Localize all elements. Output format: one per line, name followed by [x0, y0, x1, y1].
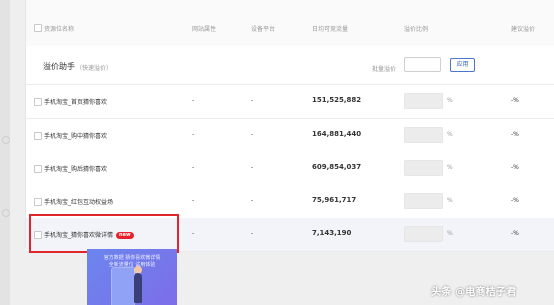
percent-sign: %	[447, 164, 453, 171]
daily-traffic: 164,881,440	[312, 130, 362, 138]
header-name: 资源位名称	[44, 26, 75, 33]
daily-traffic: 7,143,190	[312, 229, 352, 237]
premium-input[interactable]	[404, 160, 443, 176]
row-checkbox[interactable]	[34, 98, 42, 106]
person-illustration	[134, 273, 142, 303]
table-header: 资源位名称 网站属性 设备平台 日均可竞流量 溢价比例 建议溢价	[26, 0, 554, 47]
assistant-title: 溢价助手	[43, 62, 75, 71]
percent-sign: %	[447, 131, 453, 138]
watermark: 头条 @电商桔子君	[431, 287, 517, 298]
header-attribute: 网站属性	[192, 26, 217, 33]
premium-assistant-bar: 溢价助手 （快速溢价） 批量溢价 应用	[26, 46, 554, 85]
device-platform: -	[251, 97, 254, 104]
site-attribute: -	[192, 97, 195, 104]
apply-button[interactable]: 应用	[450, 58, 475, 72]
daily-traffic: 609,854,037	[312, 163, 362, 171]
table-row: 手机淘宝_购中猜你喜欢 - - 164,881,440 % -%	[26, 119, 554, 153]
header-ratio: 溢价比例	[404, 26, 429, 33]
daily-traffic: 75,961,717	[312, 196, 357, 204]
percent-sign: %	[447, 97, 453, 104]
resource-name: 手机淘宝_购后猜你喜欢	[44, 166, 108, 173]
site-attribute: -	[192, 230, 195, 237]
suggested-premium: -%	[511, 97, 519, 104]
edge-marker	[2, 209, 10, 217]
highlight-annotation-box	[29, 214, 179, 253]
row-checkbox[interactable]	[34, 198, 42, 206]
preview-tooltip-image: 官方数据 猜你喜欢微详情 全新流量位 试用体验	[87, 249, 177, 305]
premium-input[interactable]	[404, 226, 443, 242]
header-traffic: 日均可竞流量	[312, 26, 349, 33]
site-attribute: -	[192, 197, 195, 204]
device-platform: -	[251, 164, 254, 171]
header-suggest: 建议溢价	[511, 26, 536, 33]
percent-sign: %	[447, 230, 453, 237]
row-checkbox[interactable]	[34, 132, 42, 140]
row-checkbox[interactable]	[34, 165, 42, 173]
suggested-premium: -%	[511, 164, 519, 171]
premium-input[interactable]	[404, 93, 443, 109]
premium-input[interactable]	[404, 127, 443, 143]
bulk-premium-label: 批量溢价	[372, 66, 397, 73]
select-all-checkbox[interactable]	[34, 24, 42, 32]
resource-name: 手机淘宝_首页猜你喜欢	[44, 99, 108, 106]
premium-input[interactable]	[404, 193, 443, 209]
resource-name: 手机淘宝_购中猜你喜欢	[44, 133, 108, 140]
table-row: 手机淘宝_首页猜你喜欢 - - 151,525,882 % -%	[26, 85, 554, 119]
device-platform: -	[251, 131, 254, 138]
preview-line-1: 官方数据 猜你喜欢微详情	[103, 255, 161, 261]
resource-panel: 资源位名称 网站属性 设备平台 日均可竞流量 溢价比例 建议溢价 溢价助手 （快…	[25, 0, 554, 252]
header-platform: 设备平台	[251, 26, 276, 33]
phone-illustration	[111, 267, 135, 305]
edge-marker	[2, 136, 10, 144]
table-row: 手机淘宝_购后猜你喜欢 - - 609,854,037 % -%	[26, 152, 554, 186]
percent-sign: %	[447, 197, 453, 204]
device-platform: -	[251, 230, 254, 237]
suggested-premium: -%	[511, 230, 519, 237]
bulk-premium-input[interactable]	[404, 57, 441, 72]
device-platform: -	[251, 197, 254, 204]
suggested-premium: -%	[511, 197, 519, 204]
suggested-premium: -%	[511, 131, 519, 138]
resource-name: 手机淘宝_红包互动权益场	[44, 199, 114, 206]
assistant-hint: （快速溢价）	[76, 65, 113, 72]
daily-traffic: 151,525,882	[312, 96, 362, 104]
site-attribute: -	[192, 131, 195, 138]
left-scroll-edge	[0, 0, 10, 305]
site-attribute: -	[192, 164, 195, 171]
